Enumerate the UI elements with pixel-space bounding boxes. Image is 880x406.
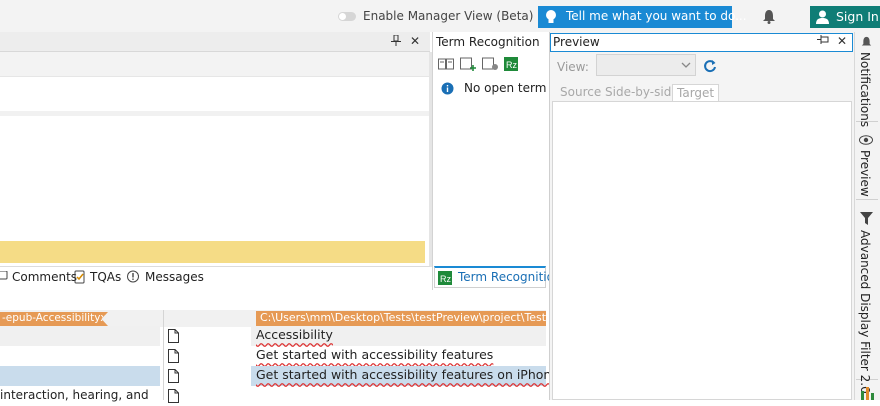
target-cell[interactable]: Get started with accessibility features …: [256, 367, 559, 382]
target-cell[interactable]: Get started with accessibility features: [256, 347, 493, 362]
table-row[interactable]: interaction, hearing, and: [0, 386, 546, 406]
pin-icon[interactable]: [817, 35, 829, 48]
tab-messages[interactable]: Messages: [145, 270, 204, 284]
bell-icon: [861, 36, 872, 51]
filter-icon: [860, 212, 873, 228]
rail-advanced-filter-button[interactable]: Advanced Display Filter 2.0: [856, 210, 878, 394]
tab-term-recognition-label: Term Recognition: [458, 270, 562, 284]
editor-toolbar-strip: [0, 52, 430, 77]
close-icon[interactable]: ✕: [410, 34, 420, 48]
tab-comments[interactable]: Comments: [12, 270, 77, 284]
document-icon: [168, 329, 179, 346]
source-cell: [0, 368, 160, 386]
user-icon: [816, 10, 829, 27]
preview-content-area[interactable]: [552, 101, 852, 400]
chevron-down-icon: [681, 59, 691, 73]
document-icon: [168, 389, 179, 406]
target-cell[interactable]: Accessibility: [256, 327, 333, 342]
view-label: View:: [557, 60, 589, 74]
term-recognition-icon: Rz: [438, 271, 452, 288]
editor-separator: [0, 111, 430, 116]
close-icon[interactable]: ✕: [837, 34, 847, 48]
rail-preview-label: Preview: [858, 150, 872, 197]
term-recognition-title: Term Recognition: [436, 35, 540, 49]
comment-icon: [0, 270, 8, 286]
manager-view-label: Enable Manager View (Beta): [363, 9, 534, 23]
term-toolbar: Rz: [438, 57, 526, 71]
table-row[interactable]: Accessibility: [0, 326, 546, 346]
manager-view-toggle[interactable]: [338, 12, 356, 21]
term-settings-icon[interactable]: [482, 57, 499, 71]
tab-tqas[interactable]: TQAs: [90, 270, 121, 284]
tqa-icon: [74, 270, 86, 287]
tab-source[interactable]: Source: [556, 84, 605, 102]
svg-text:Rz: Rz: [440, 274, 451, 284]
source-file-tag: -epub-Accessibilityxml: [0, 312, 108, 326]
tab-side-by-side[interactable]: Side-by-side: [601, 84, 683, 102]
source-cell: [0, 348, 160, 366]
source-cell: interaction, hearing, and: [0, 388, 149, 402]
rail-preview-button[interactable]: Preview: [856, 132, 878, 200]
sign-in-label: Sign In: [836, 9, 879, 24]
lightbulb-icon: [544, 9, 558, 28]
table-row[interactable]: Get started with accessibility features …: [0, 366, 559, 386]
preview-title: Preview: [553, 35, 600, 49]
term-status-message: No open termbas: [464, 81, 546, 95]
editor-panel-header: [0, 32, 430, 52]
sign-in-button[interactable]: Sign In: [810, 6, 880, 28]
term-recognition-icon[interactable]: Rz: [504, 57, 521, 71]
termbase-view-icon[interactable]: [438, 57, 455, 71]
tab-target[interactable]: Target: [672, 84, 720, 102]
svg-text:Rz: Rz: [506, 60, 517, 70]
view-select[interactable]: [596, 54, 696, 76]
message-icon: [126, 270, 140, 287]
refresh-icon[interactable]: [703, 59, 717, 76]
table-row[interactable]: Get started with accessibility features: [0, 346, 546, 366]
target-file-tag: C:\Users\mm\Desktop\Tests\testPreview\pr…: [256, 311, 546, 326]
pin-icon[interactable]: [391, 34, 401, 49]
eye-icon: [859, 134, 873, 148]
tell-me-search-button[interactable]: Tell me what you want to do...: [538, 6, 747, 28]
tell-me-label: Tell me what you want to do...: [566, 9, 747, 23]
rail-advanced-filter-label: Advanced Display Filter 2.0: [858, 230, 872, 394]
add-term-icon[interactable]: [460, 57, 477, 71]
document-icon: [168, 349, 179, 366]
source-cell: [0, 328, 160, 346]
rail-notifications-label: Notifications: [858, 52, 872, 128]
chart-icon[interactable]: [860, 387, 874, 403]
document-icon: [168, 369, 179, 386]
rail-notifications-button[interactable]: Notifications: [856, 34, 878, 127]
bell-icon[interactable]: [762, 9, 776, 27]
info-icon: [441, 82, 454, 98]
active-segment-bar[interactable]: [0, 241, 425, 263]
